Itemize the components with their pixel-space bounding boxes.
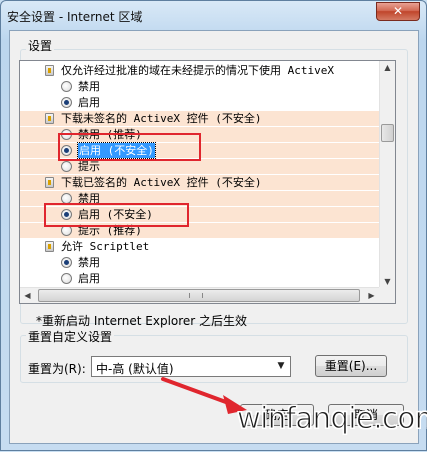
watermark: winfanqie.com (236, 401, 427, 436)
annotation-arrow-icon (161, 377, 247, 414)
security-settings-window: 安全设置 - Internet 区域 ✕ 设置 仅允许经过批准的域在未经提示的情… (0, 0, 427, 451)
